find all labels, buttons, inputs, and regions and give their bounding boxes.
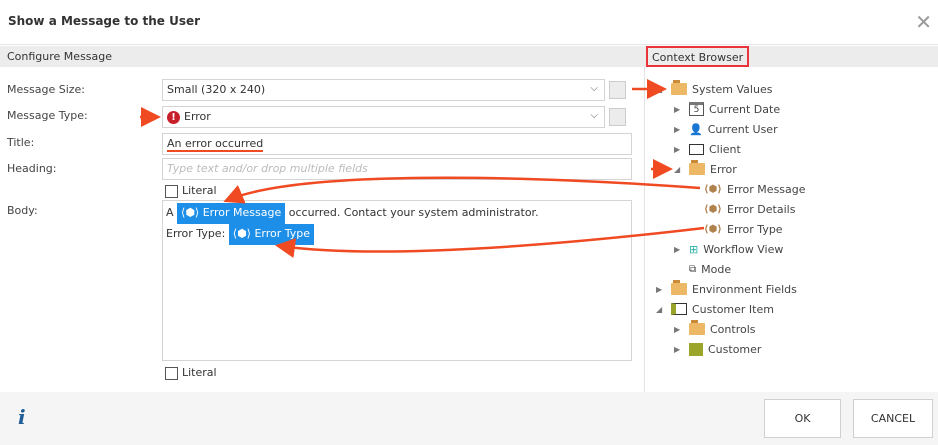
folder-icon	[671, 280, 687, 295]
expanded-icon[interactable]: ◢	[674, 165, 684, 174]
folder-icon	[671, 80, 687, 95]
form-icon	[671, 303, 687, 315]
mode-icon: ⧉	[689, 263, 697, 275]
expanded-icon[interactable]: ◢	[656, 85, 666, 94]
title-input[interactable]: An error occurred	[162, 133, 632, 155]
tree-item[interactable]: ▶ Client	[674, 140, 741, 158]
close-icon[interactable]: ✕	[915, 10, 932, 34]
tree-label: System Values	[692, 82, 773, 96]
chevron-down-icon: ⌵	[590, 110, 598, 121]
message-size-select[interactable]: Small (320 x 240) ⌵	[162, 79, 605, 101]
collapsed-icon[interactable]: ▶	[674, 105, 684, 114]
message-type-select[interactable]: ! Error ⌵	[162, 106, 605, 128]
token-error-type[interactable]: ⟨⬢⟩ Error Type	[228, 224, 315, 245]
tree-item[interactable]: ▶ Controls	[674, 320, 756, 338]
collapsed-icon[interactable]: ▶	[674, 245, 684, 254]
collapsed-icon[interactable]: ▶	[674, 125, 684, 134]
tree-label: Error Details	[727, 202, 796, 216]
collapsed-icon[interactable]: ▶	[674, 345, 684, 354]
literal-checkbox-body[interactable]: Literal	[165, 366, 217, 380]
checkbox[interactable]	[165, 366, 178, 380]
collapsed-icon[interactable]: ▶	[674, 325, 684, 334]
edit-button[interactable]	[609, 108, 626, 126]
arrow-error-message	[223, 176, 701, 204]
property-icon: ⟨⬢⟩	[704, 183, 722, 195]
folder-icon	[689, 160, 705, 175]
tree-label: Customer	[708, 342, 762, 356]
property-icon: ⟨⬢⟩	[704, 223, 722, 235]
cancel-button[interactable]: CANCEL	[853, 399, 933, 438]
tree-label: Customer Item	[692, 302, 774, 316]
tree-label: Client	[709, 142, 741, 156]
literal-label: Literal	[182, 366, 217, 379]
edit-button[interactable]	[609, 81, 626, 99]
literal-checkbox-heading[interactable]: Literal	[165, 184, 217, 198]
tree-label: Environment Fields	[692, 282, 797, 296]
body-label: Body:	[7, 204, 38, 217]
tree-label: Current Date	[709, 102, 781, 116]
property-icon: ⟨⬢⟩	[704, 203, 722, 215]
tree-item[interactable]: ◢ Customer Item	[656, 300, 774, 318]
tree-item[interactable]: ◢ System Values	[656, 80, 772, 98]
title-value: An error occurred	[167, 137, 264, 152]
message-size-value: Small (320 x 240)	[167, 83, 266, 96]
checkbox[interactable]	[165, 184, 178, 198]
message-type-value: Error	[184, 110, 211, 123]
info-icon[interactable]: i	[18, 405, 26, 429]
section-bar	[0, 46, 938, 67]
tree-item[interactable]: ⟨⬢⟩ Error Type	[704, 220, 783, 238]
error-icon: !	[167, 111, 180, 124]
heading-label: Heading:	[7, 162, 57, 175]
tree-item[interactable]: ▶ ⊞ Workflow View	[674, 240, 783, 258]
tree-label: Mode	[701, 262, 732, 276]
context-browser-header: Context Browser	[646, 46, 750, 67]
tree-label: Error	[710, 162, 737, 176]
tree-label: Workflow View	[703, 242, 784, 256]
tree-label: Error Type	[727, 222, 783, 236]
monitor-icon	[689, 143, 704, 155]
token-error-message[interactable]: ⟨⬢⟩ Error Message	[177, 203, 286, 224]
ok-button[interactable]: OK	[764, 399, 841, 438]
tree-item[interactable]: ▶ 👤 Current User	[674, 120, 778, 138]
tree-item[interactable]: ▶ Environment Fields	[656, 280, 797, 298]
configure-message-header: Configure Message	[7, 50, 113, 63]
message-size-label: Message Size:	[7, 83, 85, 96]
divider	[644, 67, 645, 392]
folder-icon	[689, 320, 705, 335]
tree-item[interactable]: ⟨⬢⟩ Error Message	[704, 180, 806, 198]
token-label: Error Message	[202, 206, 282, 219]
collapsed-icon[interactable]: ▶	[674, 145, 684, 154]
collapsed-icon[interactable]: ▶	[656, 285, 666, 294]
tree-label: Controls	[710, 322, 756, 336]
smartobject-icon	[689, 342, 703, 356]
message-type-label: Message Type:	[7, 109, 88, 122]
dialog-title: Show a Message to the User	[8, 14, 201, 28]
tree-item[interactable]: ◢ Error	[674, 160, 737, 178]
title-label: Title:	[7, 136, 35, 149]
tree-label: Error Message	[727, 182, 806, 196]
tree-item[interactable]: ▶ 5 Current Date	[674, 100, 780, 118]
tree-item[interactable]: ▶ Customer	[674, 340, 761, 358]
tree-item[interactable]: ⧉ Mode	[674, 260, 731, 278]
user-folder-icon: 👤	[689, 122, 703, 136]
chevron-down-icon: ⌵	[590, 83, 598, 94]
tree-item[interactable]: ⟨⬢⟩ Error Details	[704, 200, 795, 218]
body-text: A	[166, 206, 174, 219]
heading-input[interactable]: Type text and/or drop multiple fields	[162, 158, 632, 180]
literal-label: Literal	[182, 184, 217, 197]
body-text: occurred. Contact your system administra…	[288, 206, 539, 219]
token-label: Error Type	[254, 227, 311, 240]
tree-label: Current User	[707, 122, 778, 136]
calendar-icon: 5	[689, 102, 704, 116]
expanded-icon[interactable]: ◢	[656, 305, 666, 314]
body-input[interactable]: A ⟨⬢⟩ Error Message occurred. Contact yo…	[162, 200, 632, 361]
workflow-icon: ⊞	[689, 242, 699, 256]
body-text: Error Type:	[166, 227, 226, 240]
